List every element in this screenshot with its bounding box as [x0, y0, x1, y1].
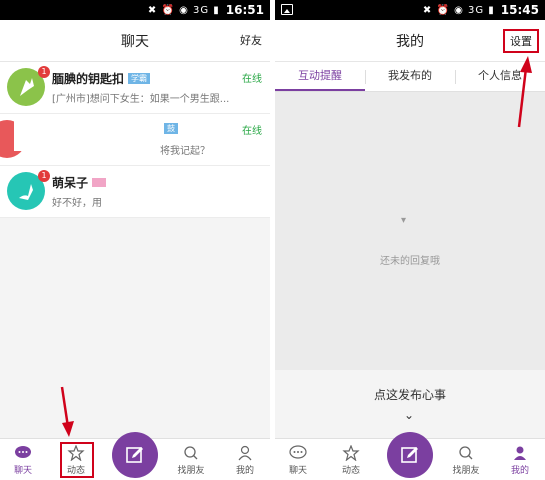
user-tag	[92, 178, 106, 187]
compose-button[interactable]	[387, 432, 433, 478]
annotation-highlight-box	[60, 442, 94, 478]
chat-name: 鼓	[160, 122, 178, 136]
chat-name: 萌呆子	[52, 174, 106, 191]
screenshot-composite: ✖ ⏰ ◉ 3G ▮ 16:51 聊天 好友 1 腼腆的钥匙扣 学霸 在线 [广州…	[0, 0, 545, 480]
nav-label: 动态	[341, 466, 360, 476]
avatar-icon	[20, 78, 34, 96]
loading-icon: ▾	[401, 215, 407, 226]
edit-icon	[401, 447, 418, 463]
star-icon	[342, 445, 360, 461]
tab-divider	[365, 70, 366, 84]
nav-chat[interactable]: 聊天	[3, 445, 43, 476]
nav-me[interactable]: 我的	[225, 445, 265, 476]
nav-label: 聊天	[13, 466, 32, 476]
nav-label: 找朋友	[177, 466, 205, 476]
chat-list-item[interactable]: 1 萌呆子 好不好，用	[0, 166, 270, 218]
online-status: 在线	[242, 126, 262, 137]
chat-preview: 将我记起？	[160, 146, 210, 157]
right-phone-screen: ✖ ⏰ ◉ 3G ▮ 15:45 我的 设置 互动提醒 我发布的 个人信息 ▾ …	[275, 0, 545, 480]
gallery-icon	[281, 4, 293, 15]
compose-button[interactable]	[112, 432, 158, 478]
chat-icon	[15, 446, 31, 458]
nav-label: 我的	[235, 466, 254, 476]
annotation-arrow-icon	[60, 386, 74, 437]
nav-label: 聊天	[288, 466, 307, 476]
nav-chat[interactable]: 聊天	[278, 445, 318, 476]
status-bar: ✖ ⏰ ◉ 3G ▮ 15:45	[275, 0, 545, 20]
publish-prompt-text: 点这发布心事	[373, 388, 446, 402]
chat-preview: 好不好，用	[52, 198, 102, 209]
nav-moments[interactable]: 动态	[331, 445, 371, 476]
annotation-arrow-icon	[517, 56, 532, 128]
tab-interaction-reminders[interactable]: 互动提醒	[275, 62, 365, 91]
chat-list-item[interactable]: 鼓 在线 将我记起？	[0, 114, 270, 166]
nav-find-friends[interactable]: 找朋友	[171, 445, 211, 476]
nav-label: 找朋友	[452, 466, 480, 476]
unread-badge: 1	[38, 66, 50, 78]
avatar-icon	[19, 184, 33, 200]
user-tag: 学霸	[128, 73, 151, 84]
status-icons: ✖ ⏰ ◉ 3G ▮	[147, 4, 220, 16]
blurred-overlay	[14, 115, 164, 151]
status-time: 15:45	[500, 3, 539, 17]
search-icon	[459, 446, 473, 460]
page-title: 聊天	[121, 33, 149, 50]
header: 我的 设置	[275, 20, 545, 62]
status-icons: ✖ ⏰ ◉ 3G ▮	[422, 4, 495, 16]
status-bar: ✖ ⏰ ◉ 3G ▮ 16:51	[0, 0, 270, 20]
page-title: 我的	[396, 33, 424, 50]
empty-state: ▾ 还未的回复哦	[275, 92, 545, 370]
tab-my-posts[interactable]: 我发布的	[365, 62, 455, 91]
nav-label: 我的	[510, 466, 529, 476]
tab-divider	[455, 70, 456, 84]
online-status: 在线	[242, 74, 262, 85]
tab-bar: 互动提醒 我发布的 个人信息	[275, 62, 545, 92]
empty-state-text: 还未的回复哦	[380, 256, 440, 267]
nav-find-friends[interactable]: 找朋友	[446, 445, 486, 476]
nav-me[interactable]: 我的	[500, 445, 540, 476]
publish-prompt[interactable]: 点这发布心事 ⌄	[275, 370, 545, 438]
status-time: 16:51	[225, 3, 264, 17]
chat-name: 腼腆的钥匙扣 学霸	[52, 70, 151, 87]
edit-icon	[126, 447, 143, 463]
friends-button[interactable]: 好友	[240, 32, 262, 48]
settings-button[interactable]: 设置	[503, 29, 539, 53]
user-tag: 鼓	[164, 123, 178, 134]
header: 聊天 好友	[0, 20, 270, 62]
left-phone-screen: ✖ ⏰ ◉ 3G ▮ 16:51 聊天 好友 1 腼腆的钥匙扣 学霸 在线 [广州…	[0, 0, 270, 480]
chevron-down-icon: ⌄	[404, 408, 415, 422]
chat-list-item[interactable]: 1 腼腆的钥匙扣 学霸 在线 [广州市]想问下女生：如果一个男生跟...	[0, 62, 270, 114]
chat-icon	[289, 445, 307, 459]
search-icon	[184, 446, 198, 460]
unread-badge: 1	[38, 170, 50, 182]
person-icon	[238, 445, 252, 461]
person-icon	[514, 446, 526, 460]
chat-preview: [广州市]想问下女生：如果一个男生跟...	[52, 94, 230, 105]
